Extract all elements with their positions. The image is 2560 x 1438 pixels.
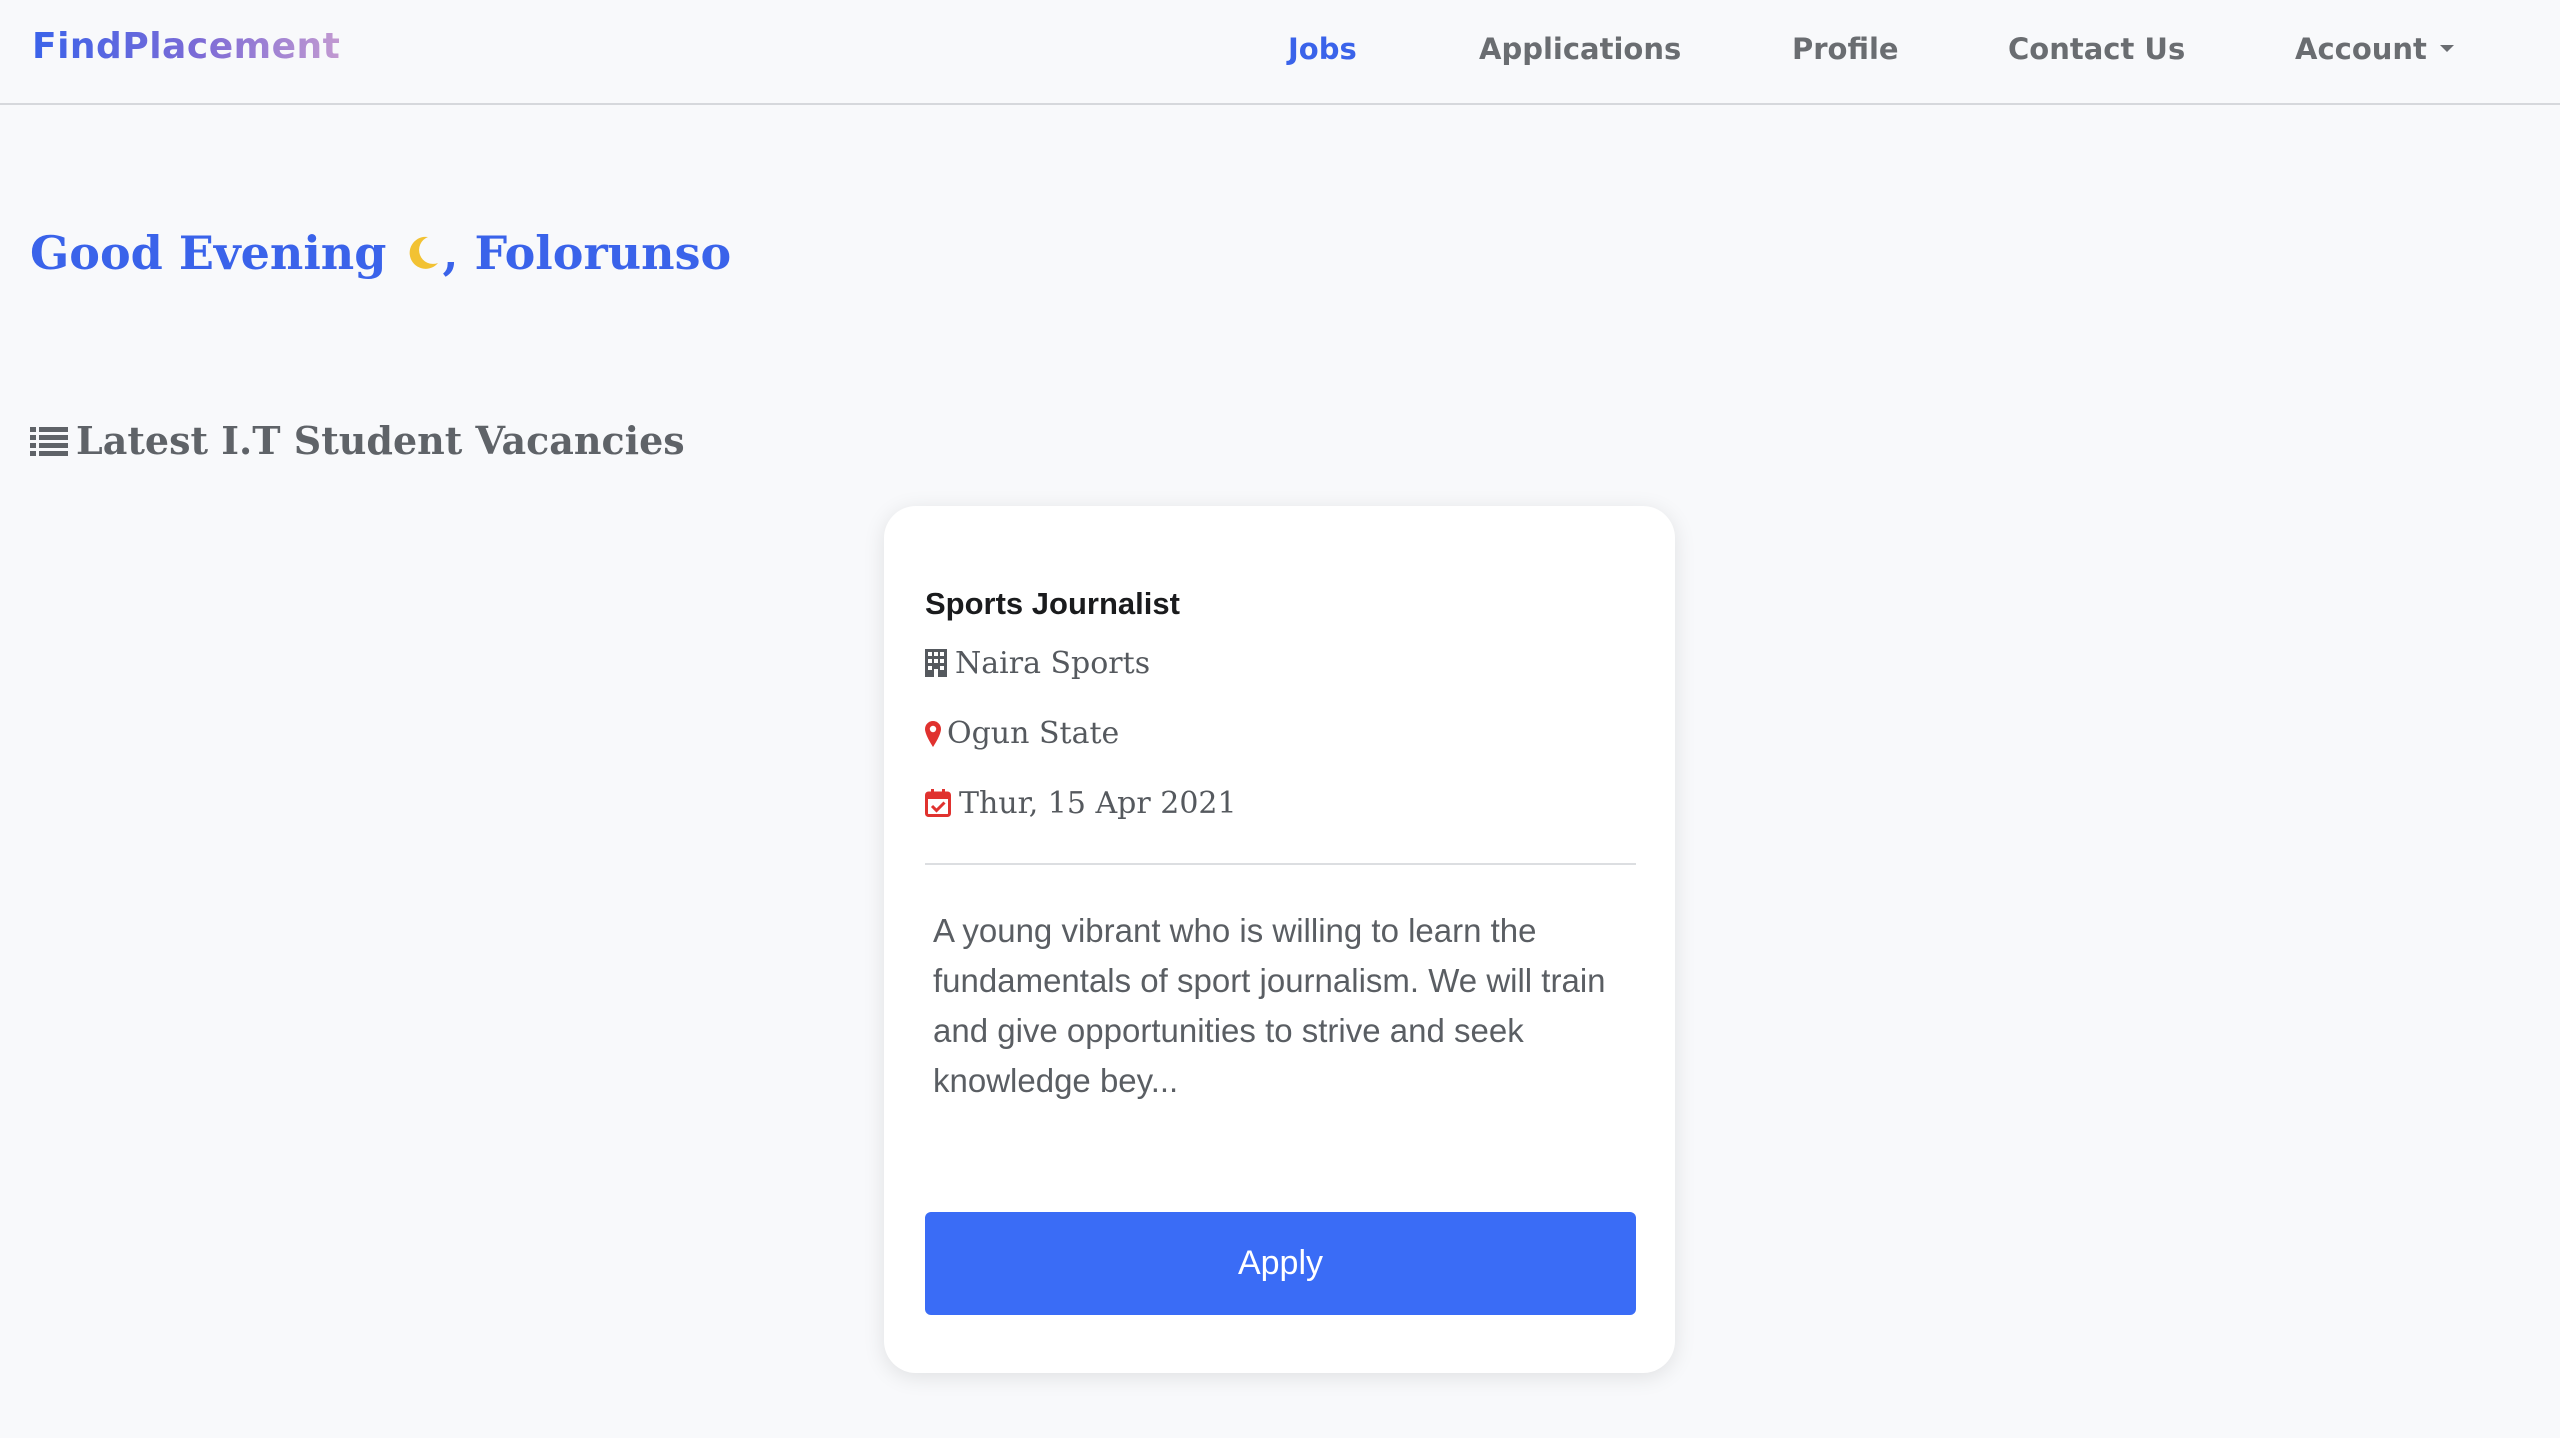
section-title: Latest I.T Student Vacancies [30,418,685,463]
greeting-name: , Folorunso [442,226,732,280]
building-icon [925,649,947,677]
job-location: Ogun State [925,716,1119,751]
moon-icon [402,233,442,278]
job-company: Naira Sports [925,646,1150,681]
greeting-text: Good Evening [30,226,387,280]
map-marker-icon [925,721,941,747]
company-name: Naira Sports [955,646,1151,681]
apply-button[interactable]: Apply [925,1212,1636,1315]
top-navbar: FindPlacement Jobs Applications Profile … [0,0,2560,105]
greeting-heading: Good Evening , Folorunso [30,226,731,280]
list-icon [30,427,68,456]
location-text: Ogun State [947,716,1120,751]
nav-profile[interactable]: Profile [1792,32,1899,66]
nav-contact-us[interactable]: Contact Us [2008,32,2185,66]
job-description: A young vibrant who is willing to learn … [933,912,1606,1099]
date-text: Thur, 15 Apr 2021 [959,786,1237,821]
nav-account-dropdown[interactable]: Account [2295,32,2427,66]
job-title: Sports Journalist [925,586,1180,621]
job-date: Thur, 15 Apr 2021 [925,786,1237,821]
nav-applications[interactable]: Applications [1479,32,1681,66]
calendar-check-icon [925,789,951,817]
card-divider [925,863,1636,865]
nav-jobs[interactable]: Jobs [1288,32,1357,66]
brand-logo[interactable]: FindPlacement [32,26,340,67]
section-title-text: Latest I.T Student Vacancies [76,418,685,463]
caret-down-icon[interactable] [2440,45,2454,52]
job-card: Sports Journalist Naira Sports Ogun Stat… [884,506,1675,1373]
